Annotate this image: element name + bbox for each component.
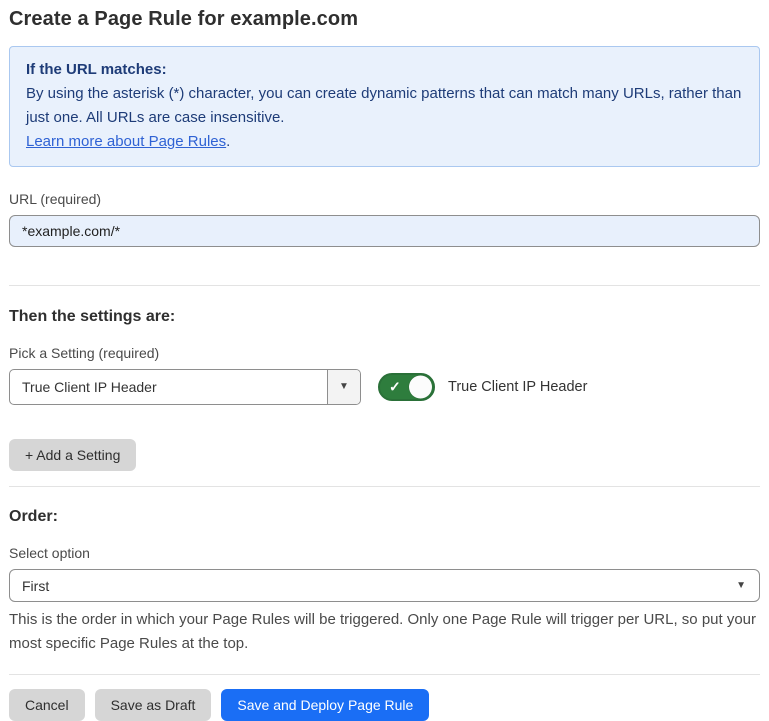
url-input[interactable]	[9, 215, 760, 247]
learn-more-link[interactable]: Learn more about Page Rules	[26, 133, 226, 150]
check-icon: ✓	[389, 380, 401, 394]
order-select-value: First	[22, 578, 49, 594]
setting-select-caret-box[interactable]: ▼	[327, 370, 360, 404]
footer-buttons: Cancel Save as Draft Save and Deploy Pag…	[9, 689, 760, 721]
toggle-knob	[409, 376, 432, 399]
info-box-body-text: By using the asterisk (*) character, you…	[26, 85, 741, 126]
info-box-body: By using the asterisk (*) character, you…	[26, 82, 743, 154]
settings-section-heading: Then the settings are:	[9, 308, 760, 326]
save-and-deploy-button[interactable]: Save and Deploy Page Rule	[221, 689, 429, 721]
footer-divider	[9, 674, 760, 675]
link-period: .	[226, 133, 230, 150]
section-divider	[9, 486, 760, 487]
order-section-heading: Order:	[9, 508, 760, 526]
cancel-button[interactable]: Cancel	[9, 689, 85, 721]
save-as-draft-button[interactable]: Save as Draft	[95, 689, 212, 721]
order-select-label: Select option	[9, 545, 760, 561]
setting-select[interactable]: True Client IP Header ▼	[9, 369, 361, 405]
chevron-down-icon: ▼	[339, 382, 349, 392]
setting-select-value: True Client IP Header	[10, 370, 327, 404]
toggle-label: True Client IP Header	[448, 379, 587, 395]
section-divider	[9, 285, 760, 286]
page-title: Create a Page Rule for example.com	[9, 6, 760, 32]
url-match-info-box: If the URL matches: By using the asteris…	[9, 46, 760, 167]
order-select[interactable]: First ▼	[9, 569, 760, 602]
url-field-label: URL (required)	[9, 191, 760, 207]
true-client-ip-toggle[interactable]: ✓	[378, 373, 435, 401]
setting-row: True Client IP Header ▼ ✓ True Client IP…	[9, 369, 760, 405]
pick-setting-label: Pick a Setting (required)	[9, 345, 760, 361]
add-setting-button[interactable]: + Add a Setting	[9, 439, 136, 471]
order-help-text: This is the order in which your Page Rul…	[9, 608, 760, 656]
chevron-down-icon: ▼	[736, 581, 746, 591]
info-box-heading: If the URL matches:	[26, 58, 743, 82]
